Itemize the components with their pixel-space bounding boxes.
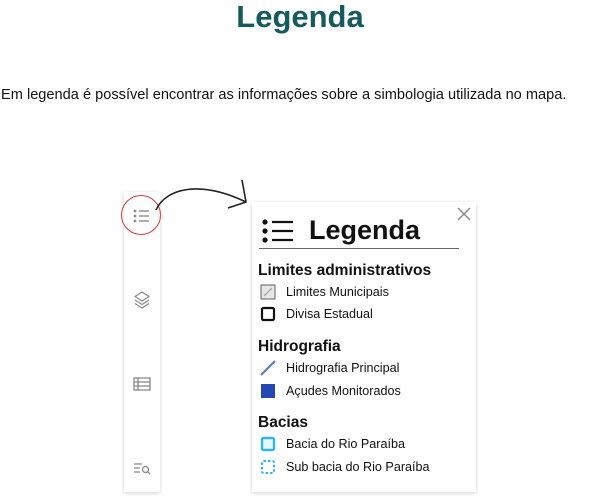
municipal-limits-symbol-icon [259,283,277,301]
legend-item-sub-basin: Sub bacia do Rio Paraíba [259,458,430,476]
legend-header: Legenda [259,214,459,249]
section-title-hydrography: Hidrografia [258,338,341,355]
search-list-icon [134,463,151,475]
legend-item-label: Bacia do Rio Paraíba [286,437,406,451]
table-icon [133,377,151,391]
layers-button[interactable] [130,288,154,312]
layers-icon [134,291,150,309]
legend-item-label: Açudes Monitorados [286,384,401,398]
legend-item-municipal-limits: Limites Municipais [259,283,389,301]
basin-symbol-icon [259,435,277,453]
legend-item-label: Divisa Estadual [286,307,373,321]
legend-item-label: Sub bacia do Rio Paraíba [286,460,430,474]
legend-title: Legenda [309,215,421,245]
legend-panel: Legenda Limites administrativos Limites … [252,202,476,492]
main-hydrography-line-icon [259,359,277,377]
section-title-basins: Bacias [258,414,308,431]
legend-list-icon [262,219,293,243]
legend-list-icon [133,209,149,223]
legend-button[interactable] [130,204,154,228]
legend-item-basin: Bacia do Rio Paraíba [259,435,405,453]
monitored-reservoir-symbol-icon [259,382,277,400]
description-text: Em legenda é possível encontrar as infor… [1,87,567,103]
legend-item-main-hydrography: Hidrografia Principal [259,359,399,377]
legend-item-state-border: Divisa Estadual [259,305,373,323]
legend-item-label: Limites Municipais [286,285,389,299]
search-list-button[interactable] [130,456,154,480]
section-title-administrative: Limites administrativos [258,262,432,279]
legend-item-monitored-reservoirs: Açudes Monitorados [259,382,401,400]
map-toolbar [124,192,160,492]
page-title: Legenda [236,0,364,34]
curved-arrow-icon [155,179,247,211]
state-border-symbol-icon [259,305,277,323]
legend-item-label: Hidrografia Principal [286,361,400,375]
attribute-table-button[interactable] [130,372,154,396]
sub-basin-symbol-icon [259,458,277,476]
